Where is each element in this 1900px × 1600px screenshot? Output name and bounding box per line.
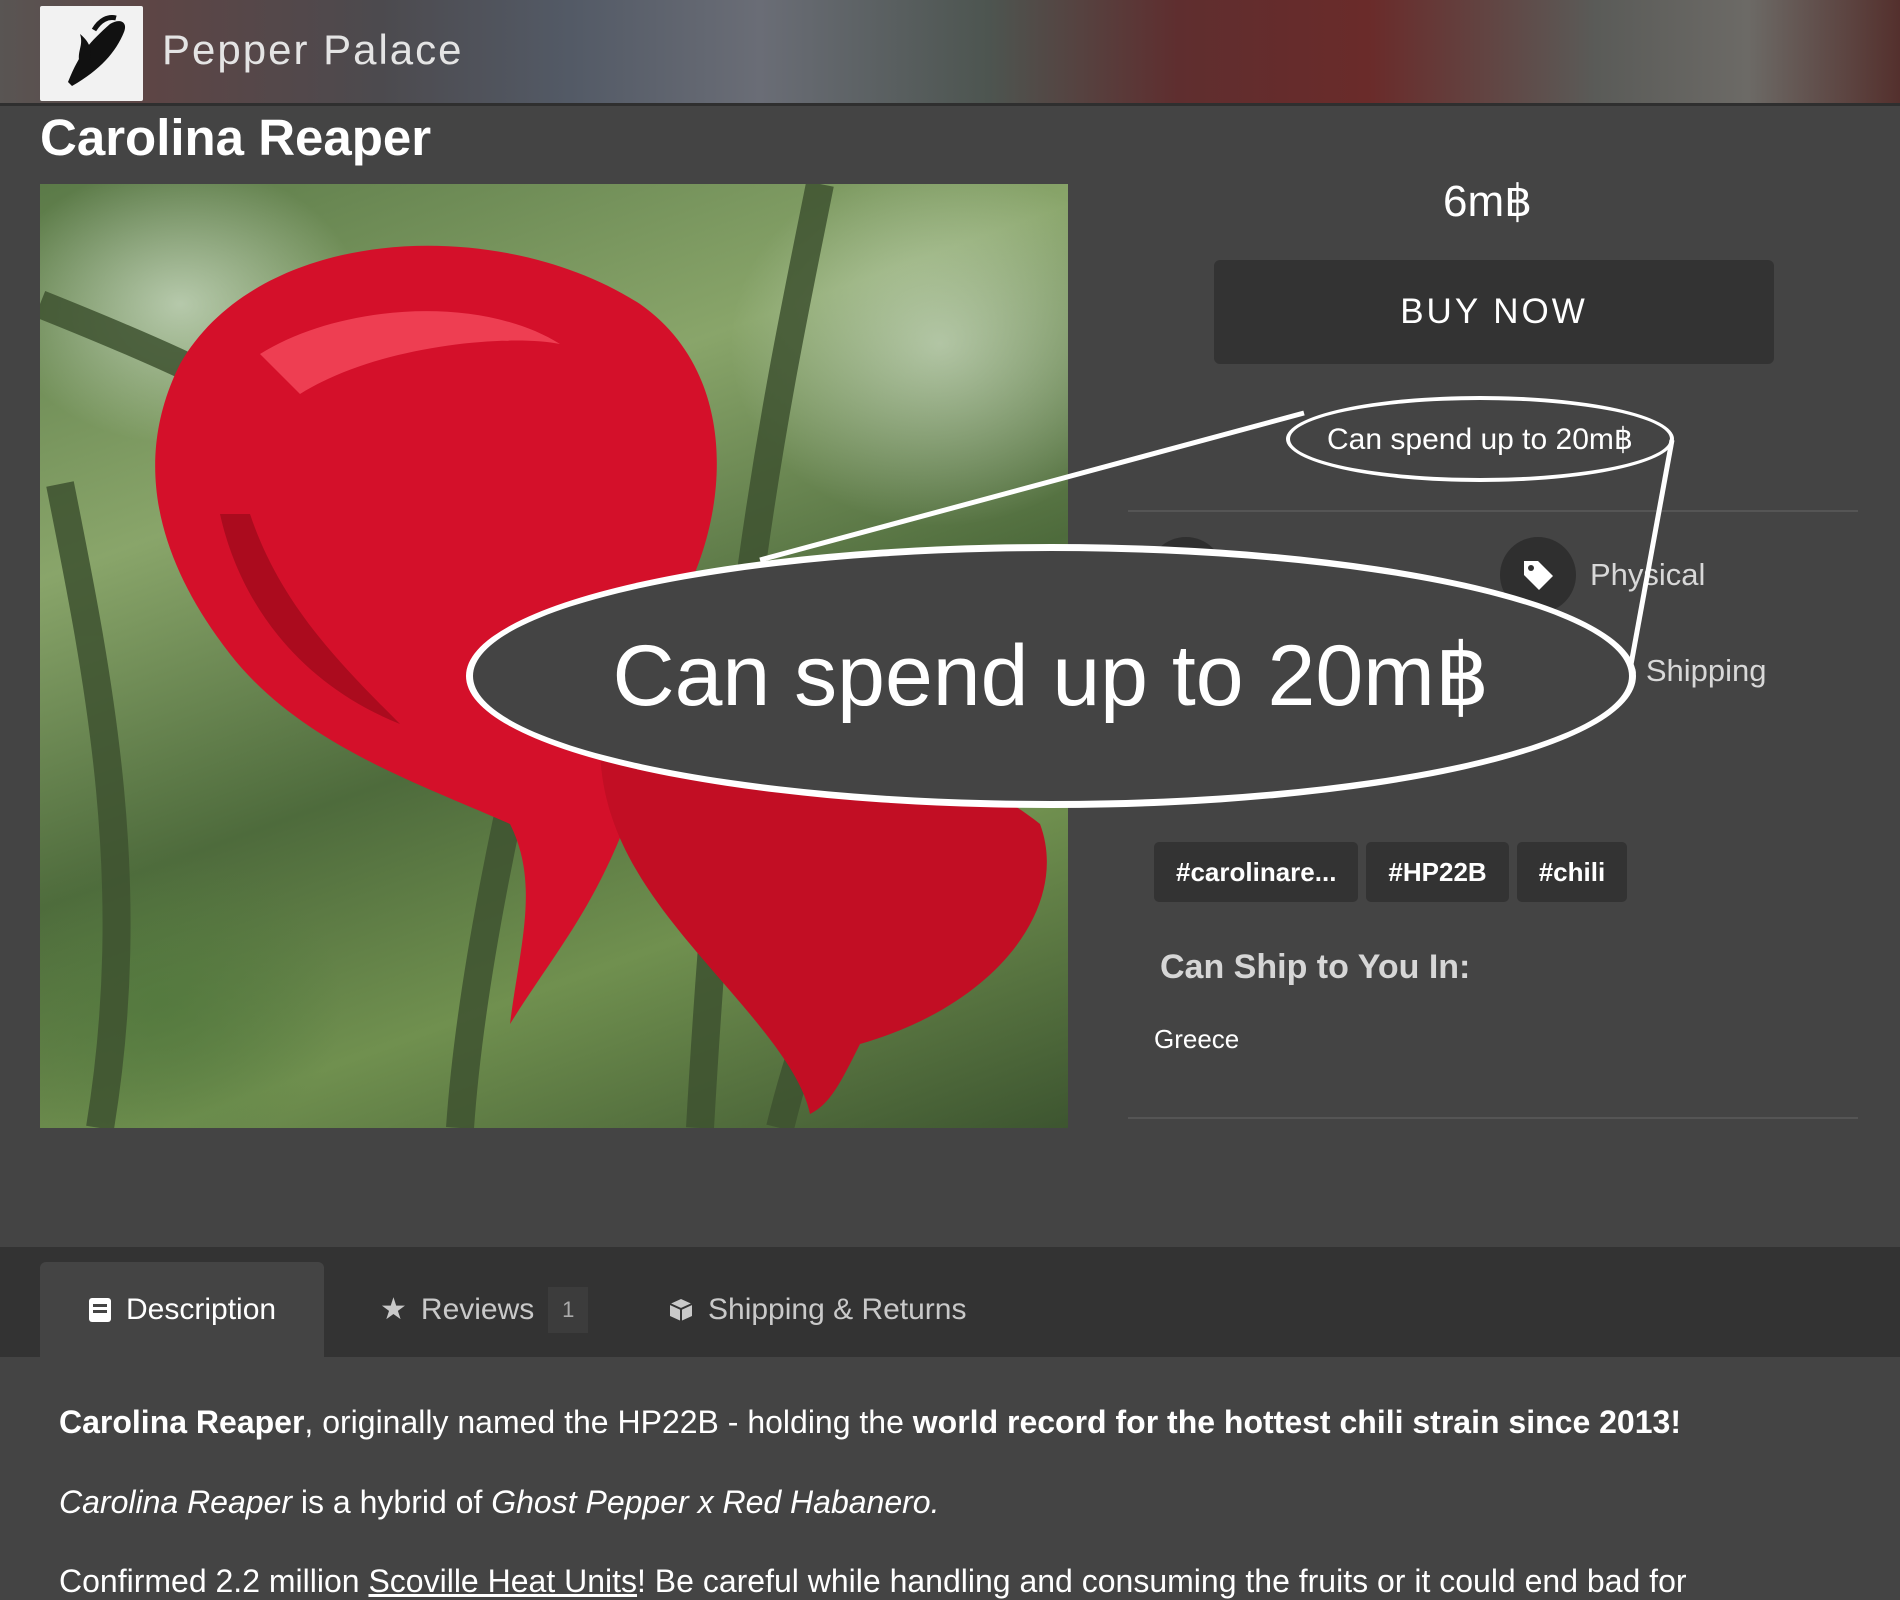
desc-hybrid: Ghost Pepper x Red Habanero.: [491, 1484, 940, 1520]
product-title: Carolina Reaper: [40, 109, 432, 166]
scoville-link[interactable]: Scoville Heat Units: [368, 1563, 637, 1599]
tag-chili[interactable]: #chili: [1516, 842, 1628, 902]
desc-highlight: world record for the hottest chili strai…: [912, 1404, 1681, 1440]
desc-text: is a hybrid of: [292, 1484, 492, 1520]
description-paragraph-2: Carolina Reaper is a hybrid of Ghost Pep…: [59, 1484, 939, 1521]
tag-carolinareaper[interactable]: #carolinare...: [1154, 842, 1359, 902]
pepper-logo-icon[interactable]: [40, 6, 143, 101]
product-price: 6m฿: [1443, 177, 1533, 226]
product-type: Physical: [1590, 557, 1706, 592]
tab-reviews[interactable]: ★ Reviews 1: [380, 1262, 589, 1357]
magnified-callout: Can spend up to 20m฿: [466, 544, 1636, 808]
desc-text: , originally named the HP22B - holding t…: [304, 1404, 913, 1440]
spend-limit-callout: Can spend up to 20m฿: [1286, 396, 1674, 482]
spend-limit-text: Can spend up to 20m฿: [1327, 422, 1633, 456]
divider: [1128, 1117, 1858, 1119]
tab-description-label: Description: [126, 1292, 277, 1326]
tag-hp22b[interactable]: #HP22B: [1366, 842, 1509, 902]
tab-shipping-label: Shipping & Returns: [708, 1292, 967, 1326]
tag-list: #carolinare... #HP22B #chili: [1154, 842, 1628, 902]
desc-product-name: Carolina Reaper: [59, 1404, 305, 1440]
store-header: Pepper Palace: [0, 0, 1900, 106]
desc-text: ! Be careful while handling and consumin…: [637, 1563, 1687, 1599]
buy-now-button[interactable]: BUY NOW: [1214, 260, 1774, 364]
desc-product-name-italic: Carolina Reaper: [59, 1484, 293, 1520]
tab-description[interactable]: Description: [40, 1262, 325, 1357]
magnified-callout-text: Can spend up to 20m฿: [612, 628, 1490, 724]
tab-shipping-returns[interactable]: Shipping & Returns: [668, 1262, 967, 1357]
store-name[interactable]: Pepper Palace: [162, 26, 464, 74]
description-paragraph-1: Carolina Reaper, originally named the HP…: [59, 1404, 1681, 1441]
package-icon: [668, 1297, 694, 1323]
description-paragraph-3: Confirmed 2.2 million Scoville Heat Unit…: [59, 1563, 1687, 1600]
shipping-label: e Shipping: [1620, 653, 1767, 688]
star-icon: ★: [380, 1293, 407, 1326]
document-icon: [88, 1297, 112, 1323]
ship-country: Greece: [1154, 1024, 1240, 1054]
ship-to-heading: Can Ship to You In:: [1160, 948, 1471, 986]
desc-text: Confirmed 2.2 million: [59, 1563, 369, 1599]
reviews-count-badge: 1: [548, 1286, 589, 1333]
tab-reviews-label: Reviews: [420, 1292, 535, 1326]
divider: [1128, 510, 1858, 512]
tab-bar: Description ★ Reviews 1 Shipping & Retur…: [0, 1247, 1900, 1357]
